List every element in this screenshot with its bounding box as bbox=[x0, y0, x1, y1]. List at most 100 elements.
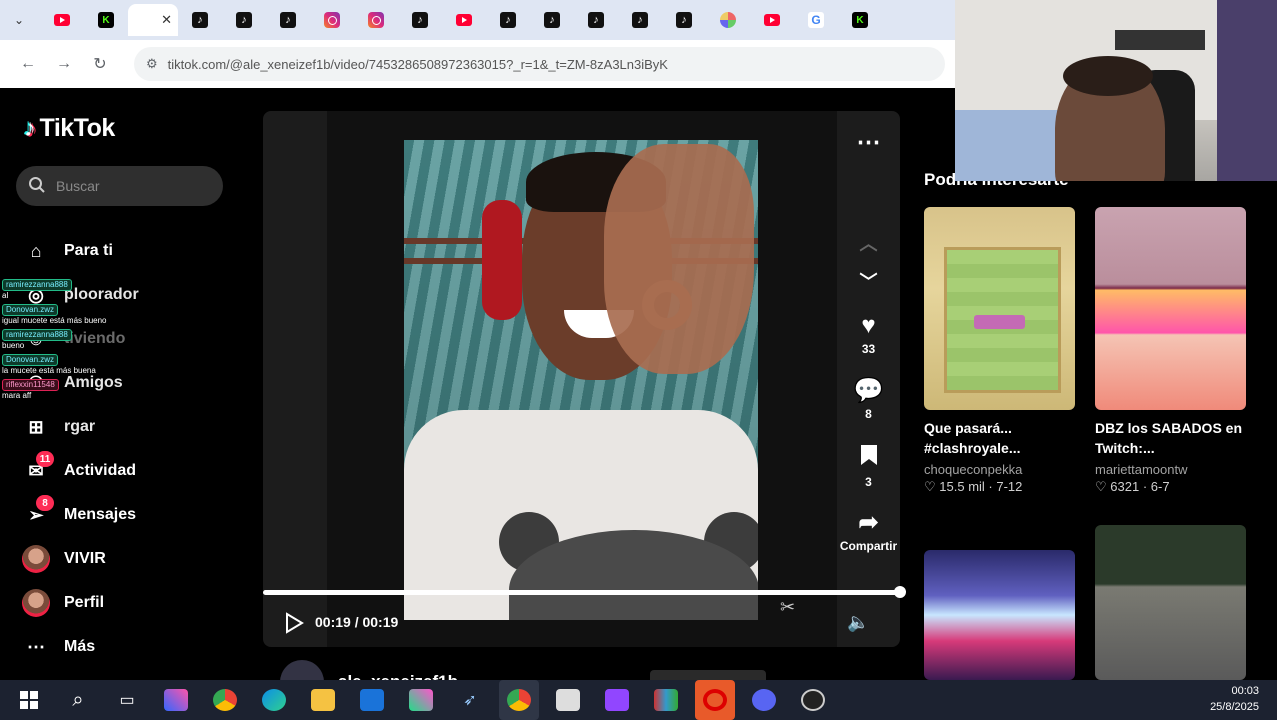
sidebar-item-label: Perfil bbox=[64, 594, 105, 611]
speaker-icon: 🔈 bbox=[847, 612, 870, 632]
browser-tab-instagram[interactable] bbox=[310, 4, 354, 36]
url-field[interactable]: ⚙ tiktok.com/@ale_xeneizef1b/video/74532… bbox=[134, 47, 945, 81]
taskbar-chrome[interactable] bbox=[205, 680, 245, 720]
sidebar-item-label: Más bbox=[64, 638, 96, 655]
live-icon bbox=[22, 545, 50, 573]
next-video-button[interactable]: ﹀ bbox=[837, 268, 900, 294]
browser-tab-kick[interactable]: K bbox=[84, 4, 128, 36]
browser-tab-youtube[interactable] bbox=[750, 4, 794, 36]
like-button[interactable]: ♥ 33 bbox=[837, 312, 900, 356]
browser-tab-tiktok[interactable]: ✕ bbox=[128, 4, 178, 36]
suggested-video-card[interactable] bbox=[924, 550, 1075, 680]
browser-tab-instagram[interactable] bbox=[354, 4, 398, 36]
site-info-icon[interactable]: ⚙ bbox=[146, 56, 158, 72]
sidebar-item-home[interactable]: ⌂ Para ti bbox=[22, 236, 113, 266]
tiktok-favicon-icon: ♪ bbox=[500, 12, 516, 28]
tiktok-favicon-icon: ♪ bbox=[280, 12, 296, 28]
comment-button[interactable]: 💬 8 bbox=[837, 376, 900, 421]
sidebar-item-upload[interactable]: ⊞ rgar bbox=[22, 412, 95, 442]
browser-tab-google[interactable]: G bbox=[794, 4, 838, 36]
search-input[interactable]: Buscar bbox=[16, 166, 223, 206]
taskbar-mail[interactable] bbox=[352, 680, 392, 720]
back-button[interactable]: ← bbox=[14, 55, 42, 73]
task-view-button[interactable]: ▭ bbox=[107, 680, 147, 720]
task-view-icon: ▭ bbox=[119, 692, 135, 709]
close-tab-icon[interactable]: ✕ bbox=[161, 12, 172, 28]
card-title[interactable]: Que pasará... #clashroyale... bbox=[924, 418, 1075, 459]
home-icon: ⌂ bbox=[30, 240, 42, 261]
share-button[interactable]: ➦ Compartir bbox=[837, 508, 900, 553]
taskbar-edge[interactable] bbox=[254, 680, 294, 720]
taskbar-twitch[interactable] bbox=[597, 680, 637, 720]
save-button[interactable]: 3 bbox=[837, 444, 900, 489]
suggested-video-card[interactable]: Que pasará... #clashroyale... choqueconpe… bbox=[924, 207, 1075, 495]
taskbar-search-button[interactable]: ⌕ bbox=[58, 680, 98, 720]
notification-badge: 8 bbox=[36, 495, 54, 511]
taskbar-winrar[interactable] bbox=[646, 680, 686, 720]
chat-message: al bbox=[2, 291, 9, 300]
browser-tab-kick[interactable]: K bbox=[838, 4, 882, 36]
browser-tab-tiktok[interactable]: ♪ bbox=[398, 4, 442, 36]
browser-tab-tiktok[interactable]: ♪ bbox=[662, 4, 706, 36]
browser-tab-tiktok[interactable]: ♪ bbox=[178, 4, 222, 36]
video-frame[interactable] bbox=[404, 140, 758, 620]
tiktok-favicon-icon: ♪ bbox=[632, 12, 648, 28]
live-avatar bbox=[22, 545, 50, 573]
browser-tab-multi[interactable] bbox=[706, 4, 750, 36]
start-button[interactable] bbox=[9, 680, 49, 720]
tab-search-dropdown[interactable]: ⌄ bbox=[6, 7, 32, 33]
folder-icon bbox=[311, 689, 335, 711]
browser-tab-youtube[interactable] bbox=[442, 4, 486, 36]
sidebar-item-messages[interactable]: ➢ 8 Mensajes bbox=[22, 495, 137, 530]
heart-outline-icon: ♡ bbox=[924, 478, 940, 494]
multi-favicon-icon bbox=[720, 12, 736, 28]
taskbar-discord[interactable] bbox=[744, 680, 784, 720]
video-thumbnail[interactable] bbox=[1095, 207, 1246, 410]
sidebar-item-more[interactable]: ⋯ Más bbox=[22, 632, 95, 662]
play-button[interactable] bbox=[284, 612, 304, 639]
taskbar-chrome-active[interactable] bbox=[499, 680, 539, 720]
browser-tab-tiktok[interactable]: ♪ bbox=[574, 4, 618, 36]
sidebar-item-profile[interactable]: Perfil bbox=[22, 588, 104, 618]
system-clock[interactable]: 00:03 25/8/2025 bbox=[1210, 684, 1259, 716]
browser-tab-tiktok[interactable]: ♪ bbox=[486, 4, 530, 36]
address-bar-row: ← → ↻ ⚙ tiktok.com/@ale_xeneizef1b/video… bbox=[0, 40, 955, 88]
browser-tab-tiktok[interactable]: ♪ bbox=[530, 4, 574, 36]
volume-button[interactable]: 🔈 bbox=[847, 612, 869, 633]
progress-bar[interactable] bbox=[263, 590, 900, 595]
browser-tab-tiktok[interactable]: ♪ bbox=[618, 4, 662, 36]
taskbar-calculator[interactable] bbox=[548, 680, 588, 720]
browser-tab-tiktok[interactable]: ♪ bbox=[222, 4, 266, 36]
browser-tab-youtube[interactable] bbox=[40, 4, 84, 36]
heart-outline-icon: ♡ bbox=[1095, 478, 1111, 494]
browser-tab-tiktok[interactable]: ♪ bbox=[266, 4, 310, 36]
video-thumbnail[interactable] bbox=[924, 207, 1075, 410]
taskbar-opera[interactable] bbox=[695, 680, 735, 720]
taskbar-app[interactable]: ➶ bbox=[450, 680, 490, 720]
card-username[interactable]: choqueconpekka bbox=[924, 462, 1075, 477]
video-thumbnail[interactable] bbox=[924, 550, 1075, 680]
progress-knob[interactable] bbox=[894, 586, 906, 598]
taskbar-obs[interactable] bbox=[793, 680, 833, 720]
edge-icon bbox=[262, 689, 286, 711]
card-title[interactable]: DBZ los SABADOS en Twitch:... bbox=[1095, 418, 1246, 459]
video-thumbnail[interactable] bbox=[1095, 525, 1246, 680]
comment-count: 8 bbox=[865, 407, 872, 421]
card-stats: ♡ 6321 · 6-7 bbox=[1095, 479, 1246, 495]
taskbar-app[interactable] bbox=[401, 680, 441, 720]
forward-button[interactable]: → bbox=[50, 55, 78, 73]
suggested-video-card[interactable]: DBZ los SABADOS en Twitch:... mariettamoo… bbox=[1095, 207, 1246, 495]
card-likes-date: 15.5 mil · 7-12 bbox=[939, 478, 1023, 494]
tiktok-logo[interactable]: ♪ TikTok bbox=[24, 114, 115, 143]
previous-video-button[interactable]: ︿ bbox=[837, 230, 900, 256]
more-options-button[interactable]: ⋯ bbox=[837, 128, 900, 157]
sidebar-item-label: Mensajes bbox=[64, 506, 137, 523]
sidebar-item-live[interactable]: VIVIR bbox=[22, 544, 106, 574]
taskbar-explorer[interactable] bbox=[303, 680, 343, 720]
activity-icon: ✉ 11 bbox=[22, 451, 54, 485]
reload-button[interactable]: ↻ bbox=[86, 54, 114, 74]
card-username[interactable]: mariettamoontw bbox=[1095, 462, 1246, 477]
sidebar-item-activity[interactable]: ✉ 11 Actividad bbox=[22, 451, 136, 486]
suggested-video-card[interactable] bbox=[1095, 525, 1246, 680]
taskbar-copilot[interactable] bbox=[156, 680, 196, 720]
